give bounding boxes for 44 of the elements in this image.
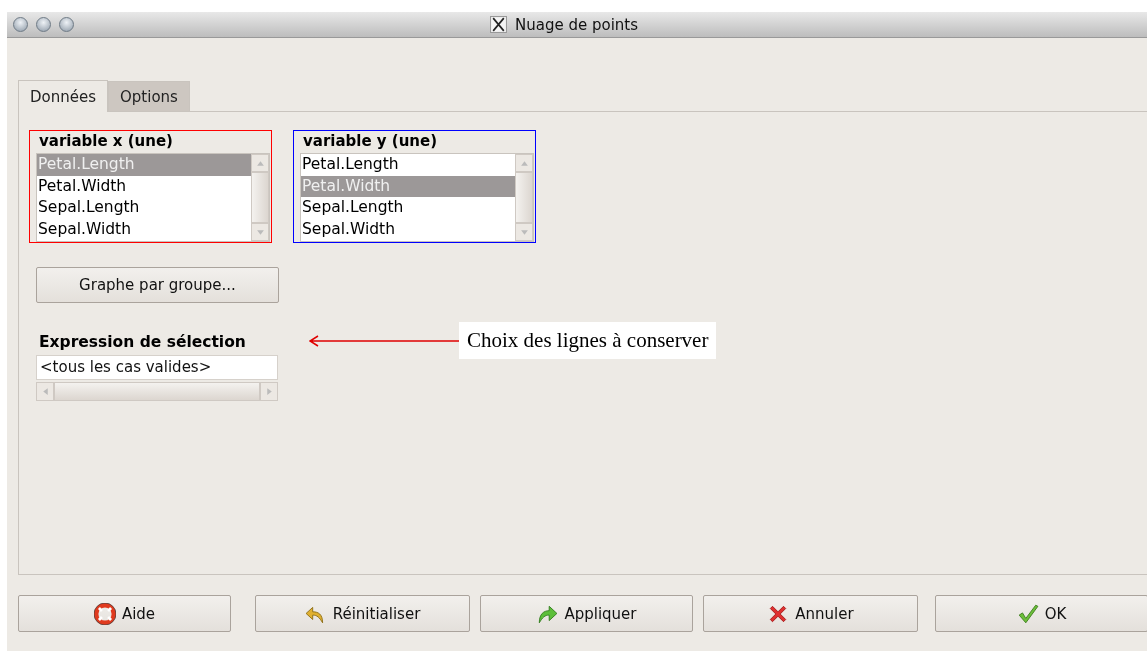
window-control-button[interactable] [59,17,74,32]
variable-list[interactable]: Petal.Length Petal.Width Sepal.Length Sepal.Width [36,153,270,242]
window-control-button[interactable] [36,17,51,32]
window-title: Nuage de points [515,15,639,34]
lifebuoy-icon [93,602,116,625]
reset-button[interactable]: Réinitialiser [255,595,470,632]
scrollbar-thumb[interactable] [251,172,269,223]
list-item[interactable]: Petal.Length [301,154,515,176]
selection-label: Expression de sélection [39,333,246,353]
scroll-down-button[interactable] [515,223,533,241]
up-arrow-icon [519,158,529,168]
left-arrow-icon [40,387,50,396]
down-arrow-icon [519,227,529,237]
list-item[interactable]: Sepal.Width [301,218,515,240]
help-button[interactable]: Aide [18,595,231,632]
vertical-scrollbar[interactable] [515,154,533,241]
list-item[interactable]: Petal.Width [37,175,251,197]
list-item[interactable]: Sepal.Length [301,197,515,219]
tab[interactable]: Options [108,81,190,111]
right-arrow-icon [264,387,274,396]
scroll-right-button[interactable] [260,382,278,401]
scroll-down-button[interactable] [251,223,269,241]
window-control-button[interactable] [13,17,28,32]
apply-button[interactable]: Appliquer [480,595,693,632]
annotation-label: Choix des lignes à conserver [459,322,717,359]
checkmark-icon [1016,602,1039,625]
selection-field[interactable]: <tous les cas valides> [36,355,278,380]
scroll-up-button[interactable] [251,154,269,172]
ok-button[interactable]: OK [935,595,1147,632]
scroll-up-button[interactable] [515,154,533,172]
group-plot-button[interactable]: Graphe par groupe... [36,267,279,303]
list-item[interactable]: Sepal.Width [37,218,251,240]
app-icon [490,16,507,33]
list-label: variable y (une) [302,131,439,152]
vertical-scrollbar[interactable] [251,154,269,241]
list-label: variable x (une) [38,131,174,152]
tab[interactable]: Données [18,80,108,112]
list-item[interactable]: Sepal.Length [37,197,251,219]
up-arrow-icon [255,158,265,168]
scrollbar-thumb[interactable] [515,172,533,223]
cancel-button[interactable]: Annuler [703,595,918,632]
down-arrow-icon [255,227,265,237]
variable-list[interactable]: Petal.Length Petal.Width Sepal.Length Sepal.Width [300,153,534,242]
scroll-left-button[interactable] [36,382,54,401]
